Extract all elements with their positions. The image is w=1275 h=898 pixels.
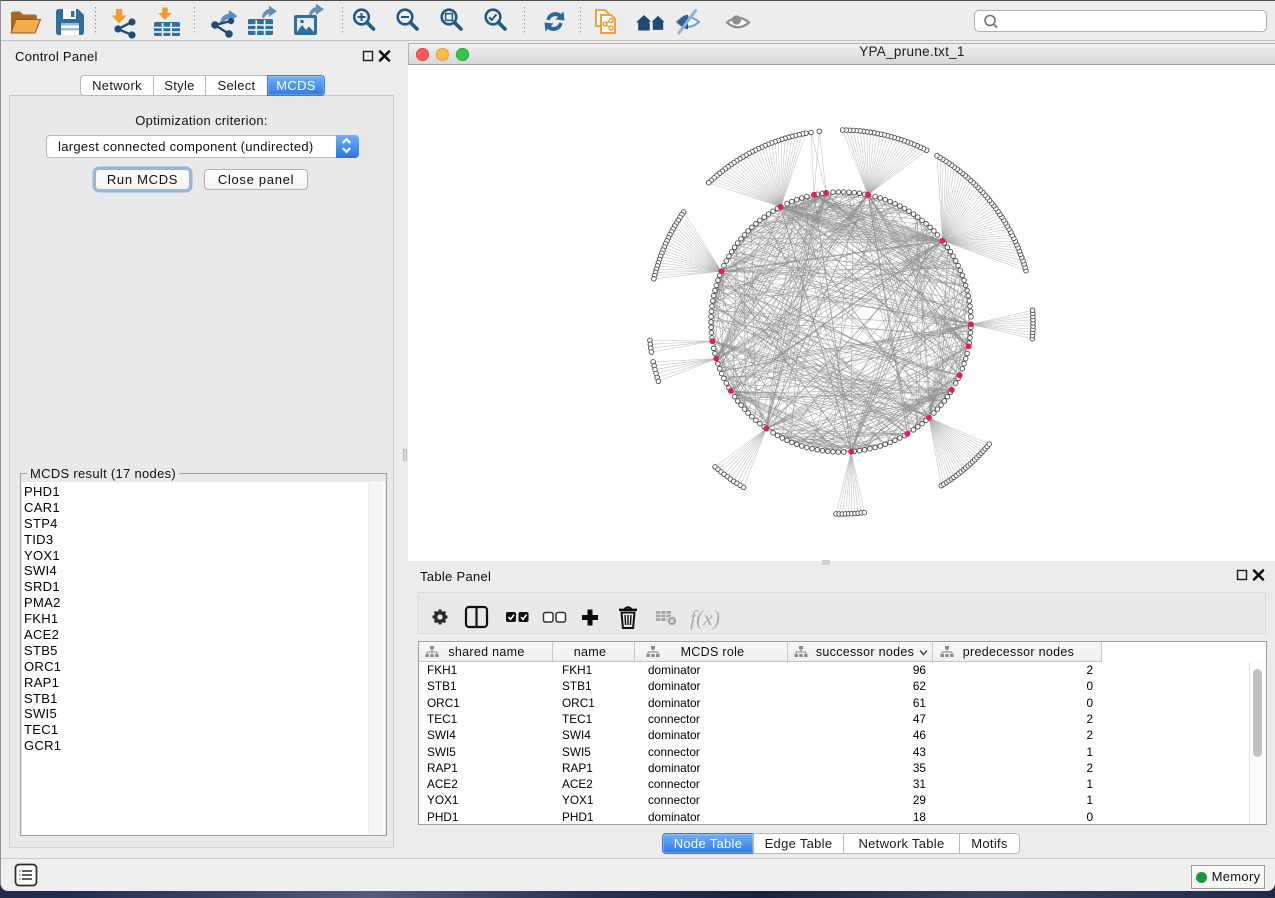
svg-text:f(x): f(x) — [690, 606, 720, 630]
